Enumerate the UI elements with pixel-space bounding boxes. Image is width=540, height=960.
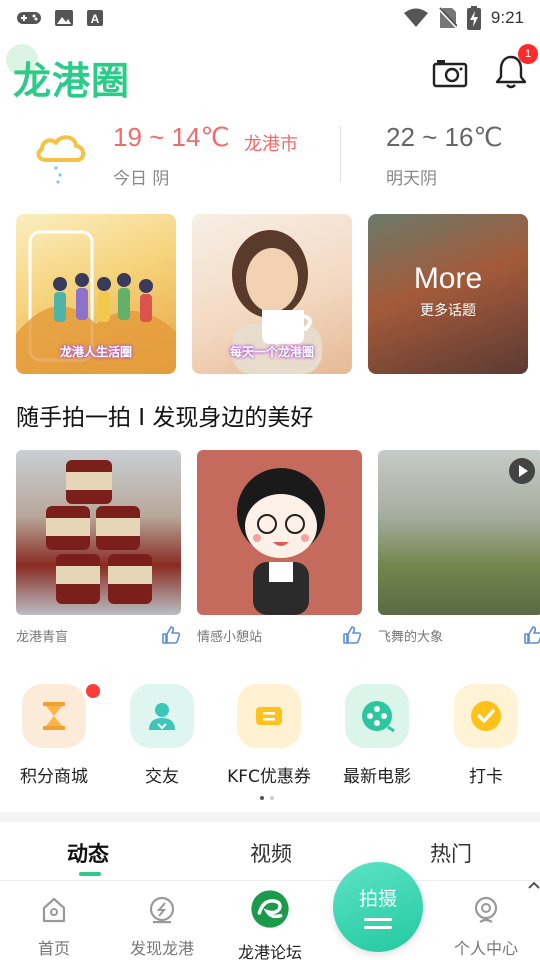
photo-cartoon-girl[interactable]	[197, 450, 362, 615]
status-bar: A 9:21	[0, 0, 540, 36]
photo-item[interactable]: 龙港青盲	[16, 450, 181, 645]
section-divider	[0, 812, 540, 822]
game-controller-icon	[17, 12, 41, 24]
film-reel-icon	[345, 684, 409, 748]
quick-label: 交友	[145, 767, 179, 787]
pager-dot-active	[260, 796, 264, 800]
topic-caption: 龙港人生活圈	[59, 345, 132, 359]
photo-jars[interactable]	[16, 450, 181, 615]
photo-meta: 情感小憩站	[197, 625, 362, 645]
quick-label: KFC优惠券	[227, 767, 311, 787]
tab-video[interactable]: 视频	[250, 838, 292, 868]
battery-charging-icon	[466, 6, 481, 30]
thumbs-up-icon[interactable]	[523, 625, 540, 645]
topic-cards: 龙港人生活圈 每天一个龙港圈 More 更多话题	[0, 214, 540, 374]
weather-divider	[340, 126, 341, 182]
font-icon: A	[87, 10, 103, 26]
hourglass-icon	[22, 684, 86, 748]
tab-hot[interactable]: 热门	[430, 838, 472, 868]
photo-meta: 飞舞的大象	[378, 625, 540, 645]
checkmark-icon	[454, 684, 518, 748]
wifi-icon	[403, 8, 428, 27]
nav-label: 发现龙港	[129, 939, 194, 958]
coupon-icon	[237, 684, 301, 748]
pager-dot	[270, 796, 274, 800]
photo-rain-landscape[interactable]	[378, 450, 540, 615]
today-condition: 今日 阴	[113, 169, 170, 189]
topic-card-life-circle[interactable]: 龙港人生活圈	[16, 214, 176, 374]
person-icon	[130, 684, 194, 748]
cartoon-girl-illustration	[237, 468, 325, 615]
image-icon	[55, 10, 73, 26]
active-tab-indicator	[79, 872, 101, 876]
more-subtitle: 更多话题	[420, 303, 476, 319]
chevron-up-icon[interactable]	[528, 881, 540, 889]
quick-menu-pager	[260, 796, 274, 800]
quick-item-kfc-coupon[interactable]: KFC优惠券	[224, 684, 314, 787]
feed-tabs: 动态 视频 热门	[0, 826, 540, 880]
nav-discover[interactable]: 发现龙港	[112, 895, 212, 959]
section-title: 随手拍一拍 I 发现身边的美好	[16, 405, 314, 431]
thumbs-up-icon[interactable]	[342, 625, 362, 645]
quick-label: 最新电影	[343, 767, 411, 787]
quick-label: 积分商城	[20, 767, 88, 787]
camera-icon[interactable]	[432, 58, 468, 88]
thumbs-up-icon[interactable]	[161, 625, 181, 645]
quick-item-friends[interactable]: 交友	[117, 684, 207, 787]
bottom-nav: 首页 发现龙港 龙港论坛 个人中心	[0, 880, 540, 960]
shoot-button[interactable]: 拍摄	[333, 862, 423, 952]
photo-item[interactable]: 情感小憩站	[197, 450, 362, 645]
tomorrow-temperature: 22 ~ 16℃	[386, 122, 503, 152]
photo-strip: 龙港青盲 情感小憩站 飞舞的大象	[0, 450, 540, 655]
photo-author[interactable]: 情感小憩站	[197, 626, 262, 645]
home-icon	[42, 897, 66, 923]
quick-item-latest-movies[interactable]: 最新电影	[332, 684, 422, 787]
quick-item-points-mall[interactable]: 积分商城	[9, 684, 99, 787]
photo-author[interactable]: 飞舞的大象	[378, 626, 443, 645]
compass-icon	[149, 896, 175, 924]
topic-card-daily[interactable]: 每天一个龙港圈	[192, 214, 352, 374]
topic-card-more[interactable]: More 更多话题	[368, 214, 528, 374]
no-sim-icon	[438, 7, 457, 29]
tomorrow-condition: 明天阴	[386, 169, 437, 189]
more-title: More	[413, 262, 483, 295]
quick-item-check-in[interactable]: 打卡	[441, 684, 531, 787]
jars-illustration	[46, 460, 152, 604]
status-time: 9:21	[490, 8, 524, 27]
profile-icon	[474, 896, 498, 923]
shoot-label: 拍摄	[358, 888, 397, 910]
city-name[interactable]: 龙港市	[244, 130, 298, 156]
play-icon[interactable]	[509, 458, 535, 484]
cloud-rain-icon	[36, 135, 85, 184]
tab-dynamic[interactable]: 动态	[67, 838, 109, 868]
topic-caption: 每天一个龙港圈	[229, 345, 314, 359]
weather-widget[interactable]: 19 ~ 14℃ 龙港市 今日 阴 22 ~ 16℃ 明天阴	[0, 118, 540, 200]
nav-home[interactable]: 首页	[4, 895, 104, 959]
status-right: 9:21	[403, 6, 524, 30]
new-dot-badge	[86, 684, 100, 698]
today-temperature: 19 ~ 14℃	[113, 122, 230, 152]
app-header: 龙港圈	[0, 40, 540, 114]
nav-profile[interactable]: 个人中心	[436, 895, 536, 959]
menu-bars-icon	[364, 918, 392, 934]
quick-label: 打卡	[469, 767, 503, 787]
svg-text:A: A	[91, 12, 100, 26]
dragon-logo-icon	[251, 890, 289, 928]
photo-item[interactable]: 飞舞的大象	[378, 450, 540, 645]
quick-menu: 积分商城 交友 KFC优惠券 最新电影 打卡	[0, 684, 540, 794]
nav-label: 龙港论坛	[237, 943, 302, 960]
nav-label: 首页	[37, 939, 70, 958]
nav-forum[interactable]: 龙港论坛	[220, 890, 320, 960]
photo-meta: 龙港青盲	[16, 625, 181, 645]
notification-badge: 1	[518, 44, 538, 64]
status-left: A	[16, 9, 104, 27]
photo-author[interactable]: 龙港青盲	[16, 626, 68, 645]
app-logo: 龙港圈	[13, 59, 131, 103]
nav-label: 个人中心	[453, 939, 518, 958]
